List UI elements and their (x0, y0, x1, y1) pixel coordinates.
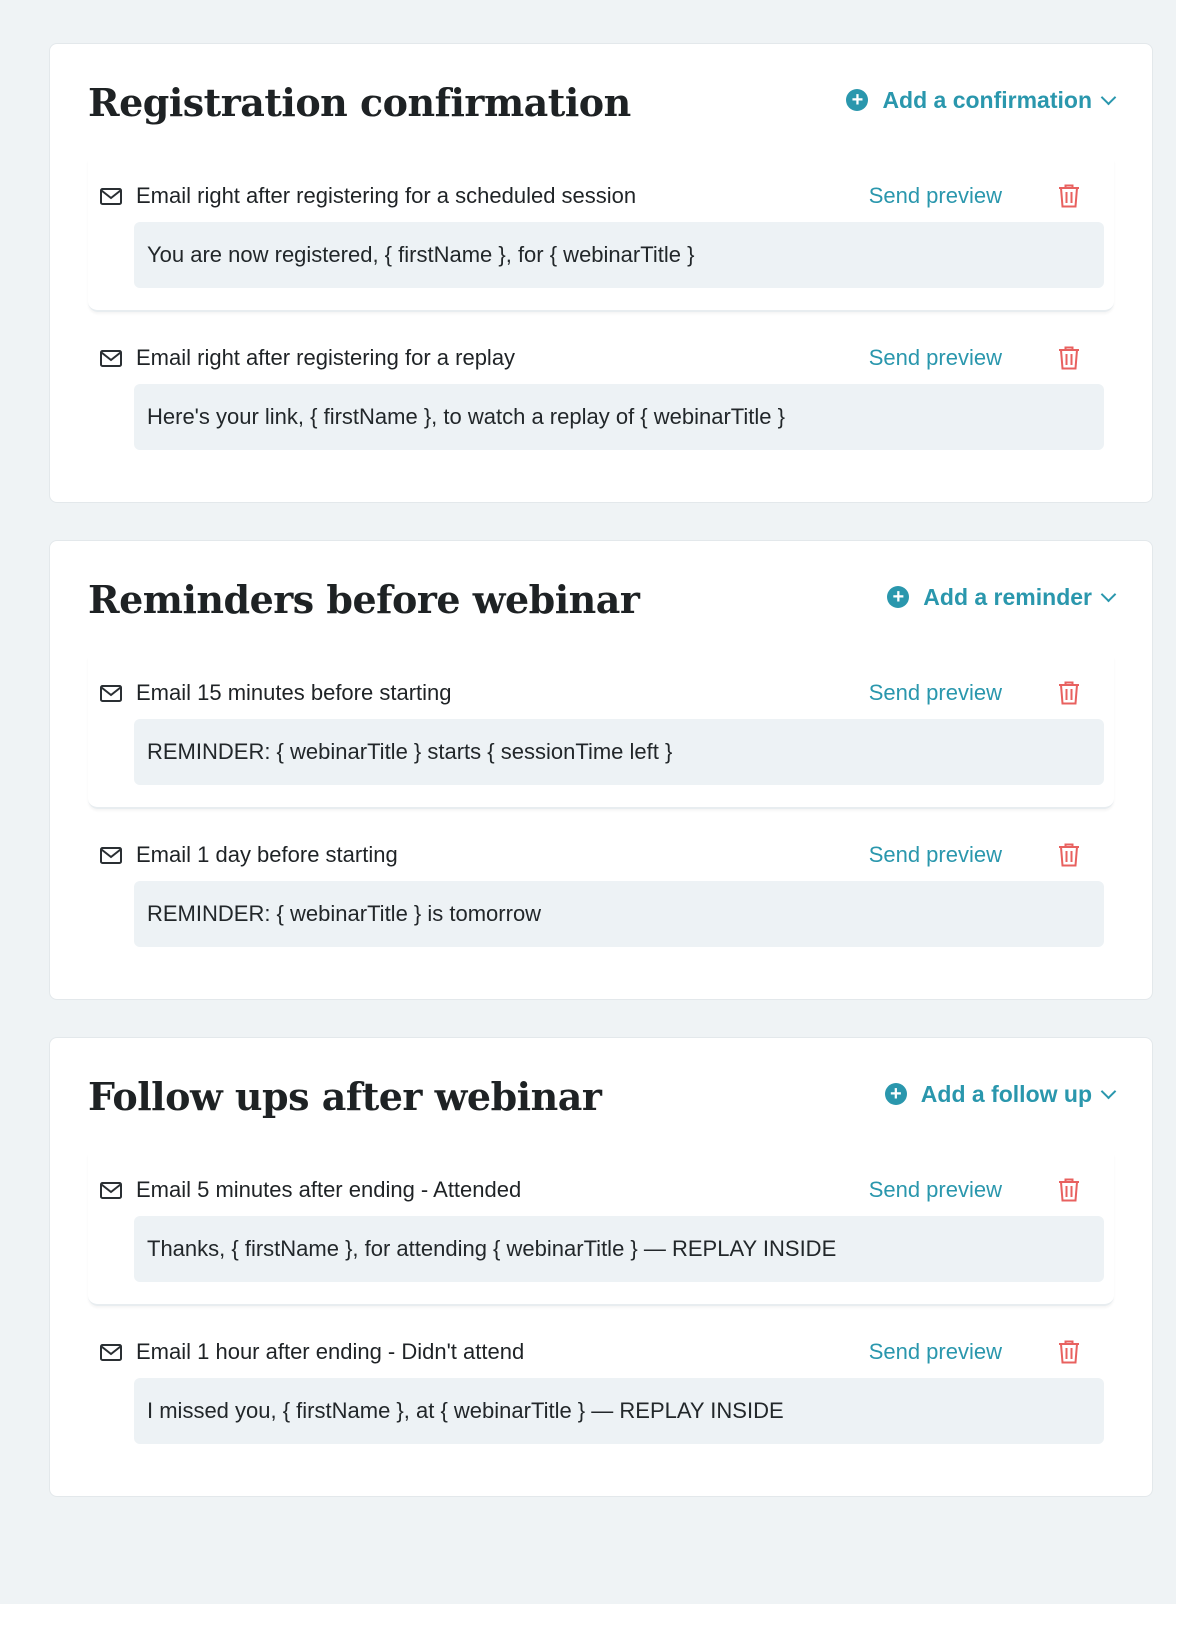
add-confirmation-button[interactable]: + Add a confirmation (846, 86, 1117, 114)
section-title: Registration confirmation (88, 79, 631, 125)
add-button-label: Add a reminder (923, 583, 1092, 610)
trash-icon[interactable] (1058, 1178, 1080, 1202)
email-row: Email right after registering for a sche… (98, 170, 1104, 222)
trash-icon[interactable] (1058, 843, 1080, 867)
add-button-label: Add a confirmation (882, 86, 1092, 113)
email-item: Email 1 hour after ending - Didn't atten… (88, 1306, 1114, 1496)
email-subject[interactable]: Thanks, { firstName }, for attending { w… (134, 1216, 1104, 1282)
email-item: Email 15 minutes before starting Send pr… (88, 657, 1114, 809)
trash-icon[interactable] (1058, 1340, 1080, 1364)
add-button-label: Add a follow up (920, 1080, 1092, 1107)
email-label: Email 5 minutes after ending - Attended (136, 1177, 522, 1202)
card-header: Registration confirmation + Add a confir… (88, 44, 1117, 160)
send-preview-link[interactable]: Send preview (869, 183, 1002, 209)
mail-icon (100, 846, 122, 864)
email-subject[interactable]: REMINDER: { webinarTitle } starts { sess… (134, 719, 1104, 785)
email-label: Email right after registering for a repl… (136, 345, 516, 370)
email-row: Email 5 minutes after ending - Attended … (98, 1164, 1104, 1216)
email-item: Email 1 day before starting Send preview… (88, 809, 1114, 999)
trash-icon[interactable] (1058, 346, 1080, 370)
chevron-down-icon (1100, 1083, 1117, 1099)
email-label: Email right after registering for a sche… (136, 183, 637, 208)
send-preview-link[interactable]: Send preview (869, 1177, 1002, 1203)
mail-icon (100, 1343, 122, 1361)
send-preview-link[interactable]: Send preview (869, 1339, 1002, 1365)
email-subject[interactable]: I missed you, { firstName }, at { webina… (134, 1378, 1104, 1444)
section-title: Follow ups after webinar (88, 1073, 602, 1119)
section-title: Reminders before webinar (88, 576, 640, 622)
send-preview-link[interactable]: Send preview (869, 680, 1002, 706)
add-follow-up-button[interactable]: + Add a follow up (884, 1080, 1117, 1108)
email-label: Email 1 day before starting (136, 842, 398, 867)
email-item: Email right after registering for a sche… (88, 160, 1114, 312)
plus-circle-icon: + (846, 89, 869, 111)
mail-icon (100, 187, 122, 205)
plus-circle-icon: + (887, 586, 910, 608)
email-row: Email 1 day before starting Send preview (98, 829, 1104, 881)
email-label: Email 15 minutes before starting (136, 680, 452, 705)
email-label: Email 1 hour after ending - Didn't atten… (136, 1339, 525, 1364)
plus-circle-icon: + (884, 1083, 907, 1105)
chevron-down-icon (1100, 89, 1117, 105)
card-header: Follow ups after webinar + Add a follow … (88, 1038, 1117, 1154)
email-row: Email 15 minutes before starting Send pr… (98, 667, 1104, 719)
follow-ups-card: Follow ups after webinar + Add a follow … (49, 1037, 1153, 1497)
email-row: Email right after registering for a repl… (98, 332, 1104, 384)
mail-icon (100, 1181, 122, 1199)
email-subject[interactable]: You are now registered, { firstName }, f… (134, 222, 1104, 288)
trash-icon[interactable] (1058, 681, 1080, 705)
trash-icon[interactable] (1058, 184, 1080, 208)
email-subject[interactable]: REMINDER: { webinarTitle } is tomorrow (134, 881, 1104, 947)
email-row: Email 1 hour after ending - Didn't atten… (98, 1326, 1104, 1378)
email-item: Email 5 minutes after ending - Attended … (88, 1154, 1114, 1306)
add-reminder-button[interactable]: + Add a reminder (887, 583, 1117, 611)
email-subject[interactable]: Here's your link, { firstName }, to watc… (134, 384, 1104, 450)
reminders-card: Reminders before webinar + Add a reminde… (49, 540, 1153, 1000)
card-header: Reminders before webinar + Add a reminde… (88, 541, 1117, 657)
mail-icon (100, 684, 122, 702)
send-preview-link[interactable]: Send preview (869, 345, 1002, 371)
email-item: Email right after registering for a repl… (88, 312, 1114, 502)
page-background: Registration confirmation + Add a confir… (0, 0, 1176, 1604)
chevron-down-icon (1100, 586, 1117, 602)
mail-icon (100, 349, 122, 367)
registration-confirmation-card: Registration confirmation + Add a confir… (49, 43, 1153, 503)
send-preview-link[interactable]: Send preview (869, 842, 1002, 868)
